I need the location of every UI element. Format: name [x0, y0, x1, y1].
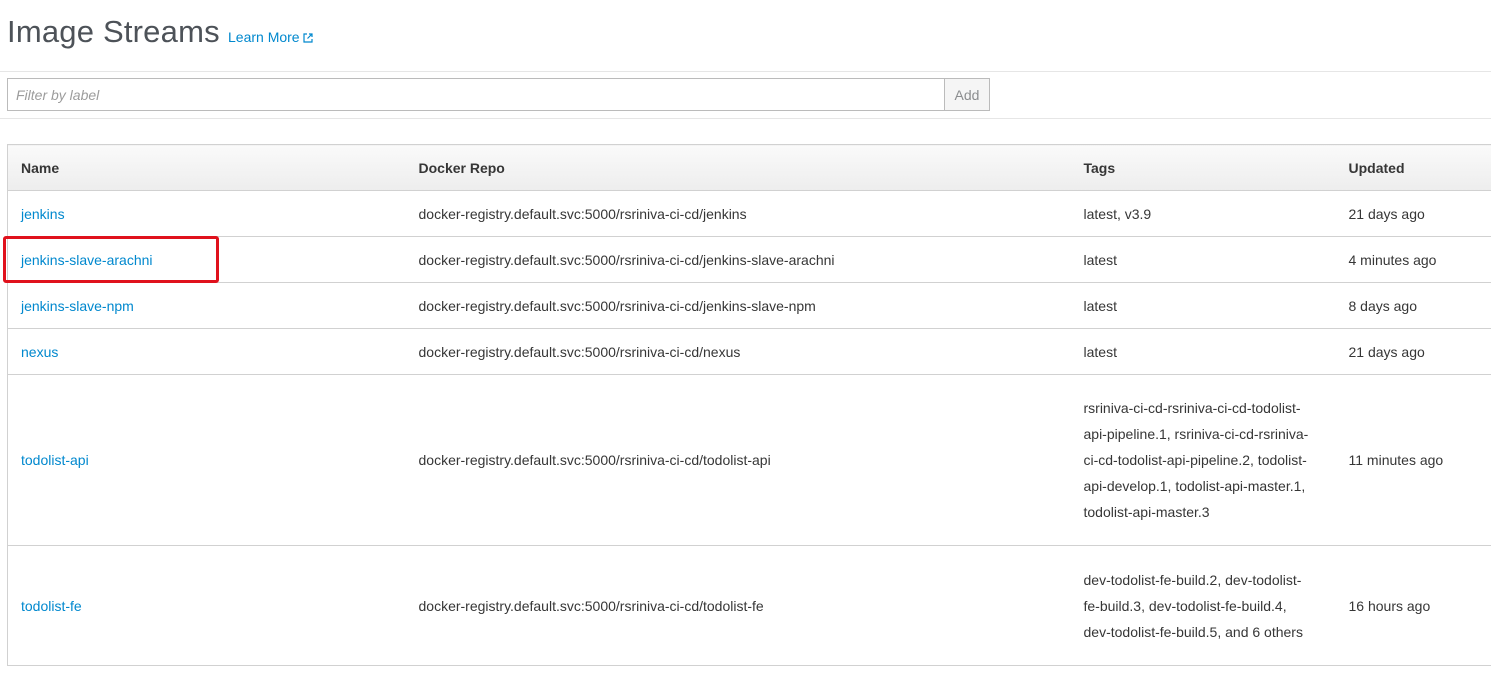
filter-bar: Add — [0, 72, 1491, 119]
page-header: Image Streams Learn More — [0, 0, 1491, 72]
image-streams-table: Name Docker Repo Tags Updated jenkins do… — [7, 144, 1491, 666]
learn-more-link[interactable]: Learn More — [228, 28, 313, 46]
column-header-tags[interactable]: Tags — [1070, 144, 1336, 191]
tags-cell: latest — [1070, 282, 1336, 329]
external-link-icon — [302, 33, 313, 43]
tags-cell: dev-todolist-fe-build.2, dev-todolist-fe… — [1070, 545, 1336, 666]
table-row: nexus docker-registry.default.svc:5000/r… — [7, 328, 1491, 375]
updated-cell: 16 hours ago — [1335, 545, 1491, 666]
tags-cell: latest — [1070, 328, 1336, 375]
updated-cell: 21 days ago — [1335, 190, 1491, 237]
tags-cell: rsriniva-ci-cd-rsriniva-ci-cd-todolist-a… — [1070, 374, 1336, 546]
table-row: todolist-fe docker-registry.default.svc:… — [7, 545, 1491, 666]
docker-repo-cell: docker-registry.default.svc:5000/rsriniv… — [405, 545, 1071, 666]
updated-cell: 4 minutes ago — [1335, 236, 1491, 283]
table-row: todolist-api docker-registry.default.svc… — [7, 374, 1491, 546]
updated-cell: 8 days ago — [1335, 282, 1491, 329]
docker-repo-cell: docker-registry.default.svc:5000/rsriniv… — [405, 190, 1071, 237]
column-header-name[interactable]: Name — [7, 144, 406, 191]
table-row: jenkins-slave-arachni docker-registry.de… — [7, 236, 1491, 283]
column-header-updated[interactable]: Updated — [1335, 144, 1491, 191]
image-stream-link[interactable]: todolist-fe — [21, 598, 82, 614]
docker-repo-cell: docker-registry.default.svc:5000/rsriniv… — [405, 374, 1071, 546]
column-header-docker-repo[interactable]: Docker Repo — [405, 144, 1071, 191]
updated-cell: 11 minutes ago — [1335, 374, 1491, 546]
table-header-row: Name Docker Repo Tags Updated — [7, 144, 1491, 191]
updated-cell: 21 days ago — [1335, 328, 1491, 375]
image-stream-link[interactable]: todolist-api — [21, 452, 89, 468]
docker-repo-cell: docker-registry.default.svc:5000/rsriniv… — [405, 328, 1071, 375]
image-streams-page: Image Streams Learn More Add Name Docker… — [0, 0, 1491, 673]
tags-cell: latest — [1070, 236, 1336, 283]
page-title: Image Streams — [7, 14, 220, 49]
image-stream-link[interactable]: jenkins-slave-arachni — [21, 252, 153, 268]
image-stream-link[interactable]: jenkins — [21, 206, 65, 222]
learn-more-label: Learn More — [228, 29, 300, 45]
filter-by-label-input[interactable] — [7, 78, 944, 111]
add-filter-button[interactable]: Add — [944, 78, 990, 111]
tags-cell: latest, v3.9 — [1070, 190, 1336, 237]
image-stream-link[interactable]: nexus — [21, 344, 58, 360]
docker-repo-cell: docker-registry.default.svc:5000/rsriniv… — [405, 282, 1071, 329]
docker-repo-cell: docker-registry.default.svc:5000/rsriniv… — [405, 236, 1071, 283]
image-stream-link[interactable]: jenkins-slave-npm — [21, 298, 134, 314]
table-row: jenkins-slave-npm docker-registry.defaul… — [7, 282, 1491, 329]
table-row: jenkins docker-registry.default.svc:5000… — [7, 190, 1491, 237]
